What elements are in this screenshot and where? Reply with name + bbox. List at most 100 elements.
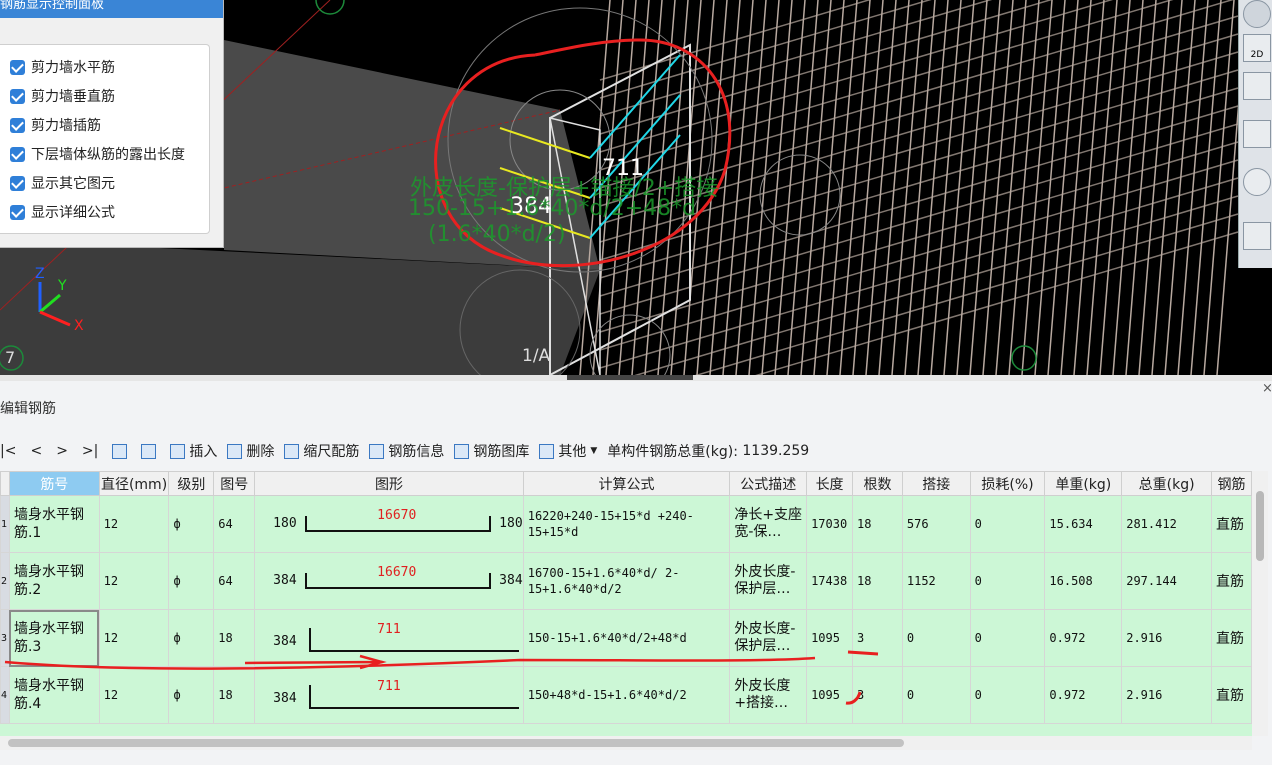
cell-formula[interactable]: 16220+240-15+15*d +240-15+15*d [522,495,731,553]
cell-bar-type[interactable]: 直筋 [1211,609,1252,667]
column-header[interactable]: 根数 [852,471,903,496]
checkbox-checked-icon[interactable] [10,146,25,162]
option-wall-vertical-bar[interactable]: 剪力墙垂直筋 [10,86,115,106]
cell-shape[interactable]: 384 16670 384 [254,552,524,610]
insert-button[interactable]: 插入 [170,441,217,461]
checkbox-checked-icon[interactable] [10,175,25,191]
checkbox-checked-icon[interactable] [10,59,25,75]
cell-bar-type[interactable]: 直筋 [1211,552,1252,610]
column-header[interactable]: 单重(kg) [1044,471,1123,496]
table-row[interactable]: 3 墙身水平钢筋.3 12 ф 18 384 711 150-15+1.6*40*d/2+48… [0,609,1252,667]
row-header[interactable]: 2 [0,552,10,610]
column-header[interactable]: 级别 [168,471,215,496]
column-header[interactable]: 钢筋 [1211,471,1252,496]
first-record-button[interactable]: |< [0,443,16,459]
cube-view-icon[interactable] [1243,72,1271,100]
cell-formula[interactable]: 150-15+1.6*40*d/2+48*d [522,609,731,667]
cell-total-weight[interactable]: 297.144 [1121,552,1213,610]
cell-bar-name[interactable]: 墙身水平钢筋.1 [8,495,100,553]
2d-view-icon[interactable]: 2D [1243,34,1271,62]
cell-diameter[interactable]: 12 [98,666,170,724]
cell-length[interactable]: 17438 [806,552,854,610]
cell-length[interactable]: 17030 [806,495,854,553]
cell-count[interactable]: 3 [852,666,903,724]
cell-figure-no[interactable]: 64 [213,552,256,610]
cell-unit-weight[interactable]: 16.508 [1044,552,1123,610]
vertical-scroll-thumb[interactable] [1256,491,1264,561]
column-header[interactable]: 图形 [254,471,524,496]
sphere-view-icon[interactable] [1243,0,1271,28]
prev-record-button[interactable]: < [30,443,42,459]
other-dropdown[interactable]: 其他 ▼ [539,441,597,461]
vertical-scrollbar[interactable] [1252,471,1268,736]
rebar-info-button[interactable]: 钢筋信息 [369,441,444,461]
cell-diameter[interactable]: 12 [98,552,170,610]
cell-loss[interactable]: 0 [969,609,1046,667]
cell-diameter[interactable]: 12 [98,609,170,667]
cell-lap[interactable]: 0 [901,666,971,724]
cell-lap[interactable]: 0 [901,609,971,667]
cell-bar-type[interactable]: 直筋 [1211,495,1252,553]
table-row[interactable]: 4 墙身水平钢筋.4 12 ф 18 384 711 150+48*d-15+1.6*40*d… [0,666,1252,724]
cell-formula[interactable]: 16700-15+1.6*40*d/ 2-15+1.6*40*d/2 [522,552,731,610]
grid-view-icon[interactable] [1243,222,1271,250]
column-header[interactable]: 总重(kg) [1121,471,1213,496]
cell-total-weight[interactable]: 281.412 [1121,495,1213,553]
cell-lap[interactable]: 576 [901,495,971,553]
cell-length[interactable]: 1095 [806,666,854,724]
cell-grade[interactable]: ф [168,666,215,724]
last-record-button[interactable]: >| [82,443,98,459]
cell-total-weight[interactable]: 2.916 [1121,666,1213,724]
horizontal-scrollbar[interactable] [0,736,1252,750]
cell-formula-desc[interactable]: 净长+支座宽-保… [729,495,808,553]
column-header[interactable]: 直径(mm) [98,471,170,496]
cell-lap[interactable]: 1152 [901,552,971,610]
column-header[interactable]: 计算公式 [522,471,731,496]
cell-figure-no[interactable]: 64 [213,495,256,553]
cell-formula-desc[interactable]: 外皮长度-保护层… [729,552,808,610]
table-row[interactable]: 2 墙身水平钢筋.2 12 ф 64 384 16670 384 16700-15+1.6*40… [0,552,1252,610]
cell-unit-weight[interactable]: 0.972 [1044,666,1123,724]
option-show-other-elements[interactable]: 显示其它图元 [10,173,115,193]
cell-count[interactable]: 18 [852,552,903,610]
cell-shape[interactable]: 384 711 [254,609,524,667]
checkbox-checked-icon[interactable] [10,117,25,133]
cell-length[interactable]: 1095 [806,609,854,667]
cell-loss[interactable]: 0 [969,552,1046,610]
cell-loss[interactable]: 0 [969,495,1046,553]
option-show-detailed-formula[interactable]: 显示详细公式 [10,202,115,222]
cell-formula-desc[interactable]: 外皮长度-保护层… [729,609,808,667]
cell-diameter[interactable]: 12 [98,495,170,553]
cell-bar-name[interactable]: 墙身水平钢筋.3 [8,609,100,667]
next-record-button[interactable]: > [56,443,68,459]
horizontal-scroll-thumb[interactable] [8,739,904,747]
table-row[interactable]: 1 墙身水平钢筋.1 12 ф 64 180 16670 180 16220+240-15+15… [0,495,1252,553]
rebar-library-button[interactable]: 钢筋图库 [454,441,529,461]
cell-shape[interactable]: 384 711 [254,666,524,724]
cell-formula[interactable]: 150+48*d-15+1.6*40*d/2 [522,666,731,724]
move-up-button[interactable] [112,443,131,459]
cell-grade[interactable]: ф [168,495,215,553]
cell-unit-weight[interactable]: 0.972 [1044,609,1123,667]
cell-figure-no[interactable]: 18 [213,609,256,667]
cell-formula-desc[interactable]: 外皮长度+搭接… [729,666,808,724]
cell-unit-weight[interactable]: 15.634 [1044,495,1123,553]
option-wall-dowel[interactable]: 剪力墙插筋 [10,115,101,135]
row-header[interactable]: 1 [0,495,10,553]
row-header[interactable]: 3 [0,609,10,667]
option-lower-wall-exposed-length[interactable]: 下层墙体纵筋的露出长度 [10,144,185,164]
row-header[interactable]: 4 [0,666,10,724]
cell-bar-type[interactable]: 直筋 [1211,666,1252,724]
cell-bar-name[interactable]: 墙身水平钢筋.4 [8,666,100,724]
cell-shape[interactable]: 180 16670 180 [254,495,524,553]
cell-count[interactable]: 18 [852,495,903,553]
splitter-grip[interactable] [567,375,693,380]
cell-grade[interactable]: ф [168,609,215,667]
checkbox-checked-icon[interactable] [10,204,25,220]
rotate-icon[interactable] [1243,168,1271,196]
column-header[interactable]: 筋号 [8,471,100,496]
cell-loss[interactable]: 0 [969,666,1046,724]
checkbox-checked-icon[interactable] [10,88,25,104]
column-header[interactable]: 损耗(%) [969,471,1046,496]
scale-rebar-button[interactable]: 缩尺配筋 [284,441,359,461]
